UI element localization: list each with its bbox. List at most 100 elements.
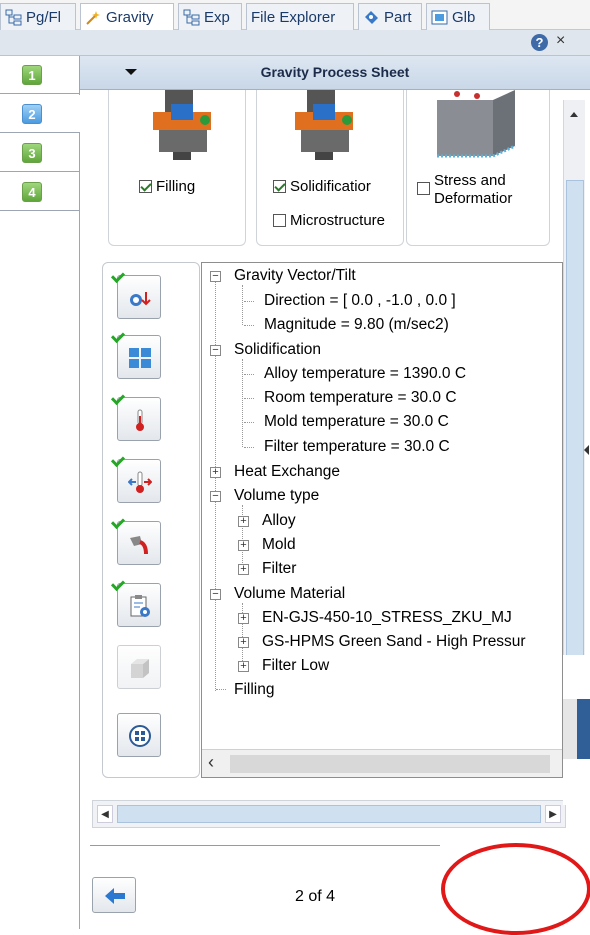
tree-connector <box>215 279 216 691</box>
check-icon <box>110 514 126 530</box>
heat-exchange-button[interactable] <box>110 452 161 503</box>
step-1[interactable]: 1 <box>0 56 80 94</box>
solidification-label: Solidificatior <box>290 178 371 195</box>
step-4[interactable]: 4 <box>0 173 80 211</box>
tree-node-volume-type[interactable]: Volume type <box>234 485 319 507</box>
expand-icon[interactable]: + <box>210 467 221 478</box>
tab-file-explorer[interactable]: File Explorer <box>246 3 354 30</box>
tree-grid-icon <box>5 9 22 25</box>
tree-node-mold[interactable]: Mold <box>262 534 296 556</box>
tree-node-gravity[interactable]: Gravity Vector/Tilt <box>234 265 356 287</box>
gravity-settings-button[interactable] <box>110 268 161 319</box>
tree-horizontal-scrollbar[interactable]: ‹ <box>202 749 562 777</box>
filling-checkbox[interactable]: Filling <box>139 178 195 195</box>
tab-exp[interactable]: Exp <box>178 3 242 30</box>
collapse-icon[interactable]: − <box>210 345 221 356</box>
tree-node-solidification[interactable]: Solidification <box>234 339 321 361</box>
scroll-left-icon[interactable]: ◀ <box>97 805 113 823</box>
tree-connector <box>244 325 254 326</box>
scroll-up-icon[interactable] <box>570 112 578 117</box>
collapse-icon[interactable]: − <box>210 491 221 502</box>
tree-connector <box>244 398 254 399</box>
tree-leaf-room-temperature[interactable]: Room temperature = 30.0 C <box>264 387 457 409</box>
ladle-filling-button[interactable] <box>110 514 161 565</box>
overlay-window-fragment <box>563 655 590 805</box>
checkbox-checked[interactable] <box>139 180 152 193</box>
step-number: 4 <box>22 181 42 202</box>
checkbox-checked[interactable] <box>273 180 286 193</box>
tree-connector <box>242 285 243 325</box>
stress-settings-button[interactable] <box>117 645 161 689</box>
gravity-arrow-icon <box>130 292 151 306</box>
step-number: 1 <box>22 64 42 85</box>
expand-icon[interactable]: + <box>238 516 249 527</box>
gravity-wand-icon <box>86 10 100 25</box>
tab-label: Exp <box>204 8 230 26</box>
tree-leaf-filter-temperature[interactable]: Filter temperature = 30.0 C <box>264 436 450 458</box>
tree-node-filter[interactable]: Filter <box>262 558 296 580</box>
scroll-left-icon[interactable]: ‹ <box>208 752 214 773</box>
tree-node-volume-material[interactable]: Volume Material <box>234 583 345 605</box>
tab-label: Glb <box>452 8 476 26</box>
step-2[interactable]: 2 <box>0 95 80 133</box>
expand-icon[interactable]: + <box>238 564 249 575</box>
temperature-button[interactable] <box>110 390 161 441</box>
tool-panel <box>102 262 200 778</box>
step-3[interactable]: 3 <box>0 134 80 172</box>
checkbox-unchecked[interactable] <box>273 214 286 227</box>
back-button[interactable] <box>92 877 136 913</box>
ladle-icon <box>130 536 148 555</box>
tab-part[interactable]: Part <box>358 3 422 30</box>
close-icon[interactable]: × <box>556 32 565 50</box>
thermometer-icon <box>136 409 144 431</box>
tab-glb[interactable]: Glb <box>426 3 490 30</box>
collapse-icon[interactable]: − <box>210 589 221 600</box>
tab-label: Part <box>384 8 412 26</box>
tree-connector <box>216 689 226 690</box>
chevron-left-icon[interactable] <box>584 445 589 455</box>
tree-leaf-mold-temperature[interactable]: Mold temperature = 30.0 C <box>264 411 449 433</box>
stress-checkbox[interactable]: Stress and Deformatior <box>417 172 547 208</box>
stress-label: Stress and Deformatior <box>434 172 512 208</box>
checkbox-unchecked[interactable] <box>417 182 430 195</box>
tree-node-material-2[interactable]: GS-HPMS Green Sand - High Pressur <box>262 631 526 653</box>
tree-leaf-direction[interactable]: Direction = [ 0.0 , -1.0 , 0.0 ] <box>264 290 456 312</box>
tab-gravity[interactable]: Gravity <box>80 3 174 30</box>
view-grid-button[interactable] <box>117 713 161 757</box>
divider <box>90 845 440 846</box>
volume-settings-button[interactable] <box>110 328 161 379</box>
expand-icon[interactable]: + <box>238 613 249 624</box>
process-tree[interactable]: − Gravity Vector/Tilt Direction = [ 0.0 … <box>201 262 563 778</box>
help-icon[interactable]: ? <box>531 34 548 51</box>
tree-node-material-3[interactable]: Filter Low <box>262 655 329 677</box>
tree-leaf-alloy-temperature[interactable]: Alloy temperature = 1390.0 C <box>264 363 466 385</box>
module-stress: Stress and Deformatior <box>406 90 550 246</box>
scrollbar-thumb[interactable] <box>566 180 584 670</box>
scrollbar-thumb[interactable] <box>230 755 550 773</box>
tab-pg-fl[interactable]: Pg/Fl <box>0 3 76 30</box>
panel-toolbar: ? × <box>0 30 590 56</box>
check-icon <box>110 576 126 592</box>
casting-machine-icon <box>295 90 353 160</box>
microstructure-checkbox[interactable]: Microstructure <box>273 212 401 229</box>
solidification-checkbox[interactable]: Solidificatior <box>273 178 401 195</box>
module-filling: Filling <box>108 90 246 246</box>
tree-connector <box>244 374 254 375</box>
filling-label: Filling <box>156 178 196 195</box>
collapse-icon[interactable]: − <box>210 271 221 282</box>
tree-leaf-magnitude[interactable]: Magnitude = 9.80 (m/sec2) <box>264 314 449 336</box>
expand-icon[interactable]: + <box>238 540 249 551</box>
expand-icon[interactable]: + <box>238 661 249 672</box>
tree-node-heat-exchange[interactable]: Heat Exchange <box>234 461 340 483</box>
scroll-right-icon[interactable]: ▶ <box>545 805 561 823</box>
horizontal-scrollbar[interactable]: ◀ ▶ <box>92 800 566 828</box>
mesh-cube-icon <box>437 90 516 158</box>
tree-node-material-1[interactable]: EN-GJS-450-10_STRESS_ZKU_MJ <box>262 607 512 629</box>
expand-icon[interactable]: + <box>238 637 249 648</box>
tree-node-alloy[interactable]: Alloy <box>262 510 296 532</box>
scrollbar-thumb[interactable] <box>117 805 541 823</box>
tree-node-filling[interactable]: Filling <box>234 679 274 701</box>
step-list: 1 2 3 4 <box>0 56 80 929</box>
process-settings-button[interactable] <box>110 576 161 627</box>
overlay-button[interactable] <box>577 699 590 759</box>
